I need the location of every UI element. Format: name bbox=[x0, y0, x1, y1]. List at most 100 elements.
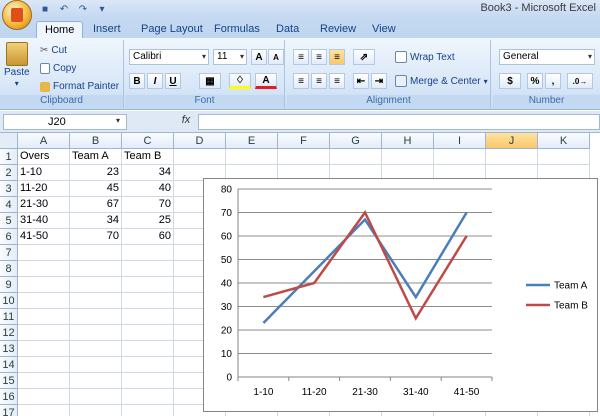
cell-b4[interactable]: 67 bbox=[70, 197, 122, 213]
column-header-f[interactable]: F bbox=[278, 133, 330, 149]
cell-c8[interactable] bbox=[122, 261, 174, 277]
align-middle-icon[interactable]: ≡ bbox=[311, 49, 327, 65]
font-color-icon[interactable]: A bbox=[255, 73, 277, 89]
undo-icon[interactable]: ↶ bbox=[57, 2, 71, 16]
cell-b12[interactable] bbox=[70, 325, 122, 341]
orientation-icon[interactable]: ⇗ bbox=[353, 49, 375, 65]
cell-a9[interactable] bbox=[18, 277, 70, 293]
bold-button[interactable]: B bbox=[129, 73, 145, 89]
comma-button[interactable]: , bbox=[545, 73, 561, 89]
cell-b3[interactable]: 45 bbox=[70, 181, 122, 197]
cell-a13[interactable] bbox=[18, 341, 70, 357]
row-header-2[interactable]: 2 bbox=[0, 165, 18, 181]
row-header-12[interactable]: 12 bbox=[0, 325, 18, 341]
cell-a8[interactable] bbox=[18, 261, 70, 277]
cell-a5[interactable]: 31-40 bbox=[18, 213, 70, 229]
cell-c2[interactable]: 34 bbox=[122, 165, 174, 181]
cell-a1[interactable]: Overs bbox=[18, 149, 70, 165]
cell-b7[interactable] bbox=[70, 245, 122, 261]
currency-button[interactable]: $ bbox=[499, 73, 521, 89]
redo-icon[interactable]: ↷ bbox=[76, 2, 90, 16]
cell-b16[interactable] bbox=[70, 389, 122, 405]
tab-data[interactable]: Data bbox=[268, 21, 307, 38]
tab-insert[interactable]: Insert bbox=[85, 21, 129, 38]
cell-b10[interactable] bbox=[70, 293, 122, 309]
column-header-k[interactable]: K bbox=[538, 133, 590, 149]
cell-c6[interactable]: 60 bbox=[122, 229, 174, 245]
cut-button[interactable]: ✂ Cut bbox=[40, 45, 67, 56]
cell-c13[interactable] bbox=[122, 341, 174, 357]
increase-decimal-icon[interactable]: .0→ bbox=[567, 73, 593, 89]
wrap-text-button[interactable]: Wrap Text bbox=[395, 51, 455, 63]
cell-b9[interactable] bbox=[70, 277, 122, 293]
column-header-i[interactable]: I bbox=[434, 133, 486, 149]
cell-a6[interactable]: 41-50 bbox=[18, 229, 70, 245]
font-size-select[interactable]: 11 ▾ bbox=[213, 49, 247, 65]
column-header-j[interactable]: J bbox=[486, 133, 538, 149]
tab-review[interactable]: Review bbox=[312, 21, 364, 38]
cell-c5[interactable]: 25 bbox=[122, 213, 174, 229]
cell-c10[interactable] bbox=[122, 293, 174, 309]
tab-page-layout[interactable]: Page Layout bbox=[133, 21, 211, 38]
number-format-select[interactable]: General ▾ bbox=[499, 49, 595, 65]
row-header-13[interactable]: 13 bbox=[0, 341, 18, 357]
merge-center-button[interactable]: Merge & Center ▾ bbox=[395, 75, 488, 87]
row-header-8[interactable]: 8 bbox=[0, 261, 18, 277]
cell-c11[interactable] bbox=[122, 309, 174, 325]
column-header-c[interactable]: C bbox=[122, 133, 174, 149]
fill-color-icon[interactable]: ♢ bbox=[229, 73, 251, 89]
row-header-6[interactable]: 6 bbox=[0, 229, 18, 245]
select-all-button[interactable] bbox=[0, 133, 18, 149]
save-icon[interactable]: ■ bbox=[38, 2, 52, 16]
cell-b5[interactable]: 34 bbox=[70, 213, 122, 229]
row-header-3[interactable]: 3 bbox=[0, 181, 18, 197]
borders-icon[interactable]: ▦ bbox=[199, 73, 221, 89]
shrink-font-button[interactable]: A bbox=[268, 49, 284, 65]
cell-a12[interactable] bbox=[18, 325, 70, 341]
decrease-indent-icon[interactable]: ⇤ bbox=[353, 73, 369, 89]
cell-c9[interactable] bbox=[122, 277, 174, 293]
cell-b8[interactable] bbox=[70, 261, 122, 277]
align-bottom-icon[interactable]: ≡ bbox=[329, 49, 345, 65]
cell-c14[interactable] bbox=[122, 357, 174, 373]
cell-a3[interactable]: 11-20 bbox=[18, 181, 70, 197]
cell-c4[interactable]: 70 bbox=[122, 197, 174, 213]
cell-a10[interactable] bbox=[18, 293, 70, 309]
cell-i1[interactable] bbox=[434, 149, 486, 165]
cell-a4[interactable]: 21-30 bbox=[18, 197, 70, 213]
cell-a2[interactable]: 1-10 bbox=[18, 165, 70, 181]
cell-f1[interactable] bbox=[278, 149, 330, 165]
underline-button[interactable]: U bbox=[165, 73, 181, 89]
office-button[interactable] bbox=[2, 0, 32, 30]
cell-c16[interactable] bbox=[122, 389, 174, 405]
grow-font-button[interactable]: A bbox=[251, 49, 267, 65]
increase-indent-icon[interactable]: ⇥ bbox=[371, 73, 387, 89]
name-box-dropdown-icon[interactable]: ▾ bbox=[116, 116, 120, 125]
font-family-select[interactable]: Calibri ▾ bbox=[129, 49, 209, 65]
insert-function-button[interactable]: fx bbox=[176, 114, 196, 130]
cell-b15[interactable] bbox=[70, 373, 122, 389]
name-box[interactable]: J20 bbox=[3, 114, 127, 130]
cell-b2[interactable]: 23 bbox=[70, 165, 122, 181]
row-header-9[interactable]: 9 bbox=[0, 277, 18, 293]
row-header-15[interactable]: 15 bbox=[0, 373, 18, 389]
cell-e1[interactable] bbox=[226, 149, 278, 165]
cell-a16[interactable] bbox=[18, 389, 70, 405]
tab-home[interactable]: Home bbox=[36, 21, 84, 38]
cell-b1[interactable]: Team A bbox=[70, 149, 122, 165]
cell-a15[interactable] bbox=[18, 373, 70, 389]
cell-a11[interactable] bbox=[18, 309, 70, 325]
cell-h1[interactable] bbox=[382, 149, 434, 165]
cell-c3[interactable]: 40 bbox=[122, 181, 174, 197]
paste-button[interactable]: Paste ▾ bbox=[4, 42, 30, 88]
cell-a7[interactable] bbox=[18, 245, 70, 261]
formula-input[interactable] bbox=[198, 114, 600, 130]
cell-b14[interactable] bbox=[70, 357, 122, 373]
align-right-icon[interactable]: ≡ bbox=[329, 73, 345, 89]
cell-b13[interactable] bbox=[70, 341, 122, 357]
cell-c7[interactable] bbox=[122, 245, 174, 261]
column-header-h[interactable]: H bbox=[382, 133, 434, 149]
row-header-10[interactable]: 10 bbox=[0, 293, 18, 309]
cell-a14[interactable] bbox=[18, 357, 70, 373]
column-header-e[interactable]: E bbox=[226, 133, 278, 149]
